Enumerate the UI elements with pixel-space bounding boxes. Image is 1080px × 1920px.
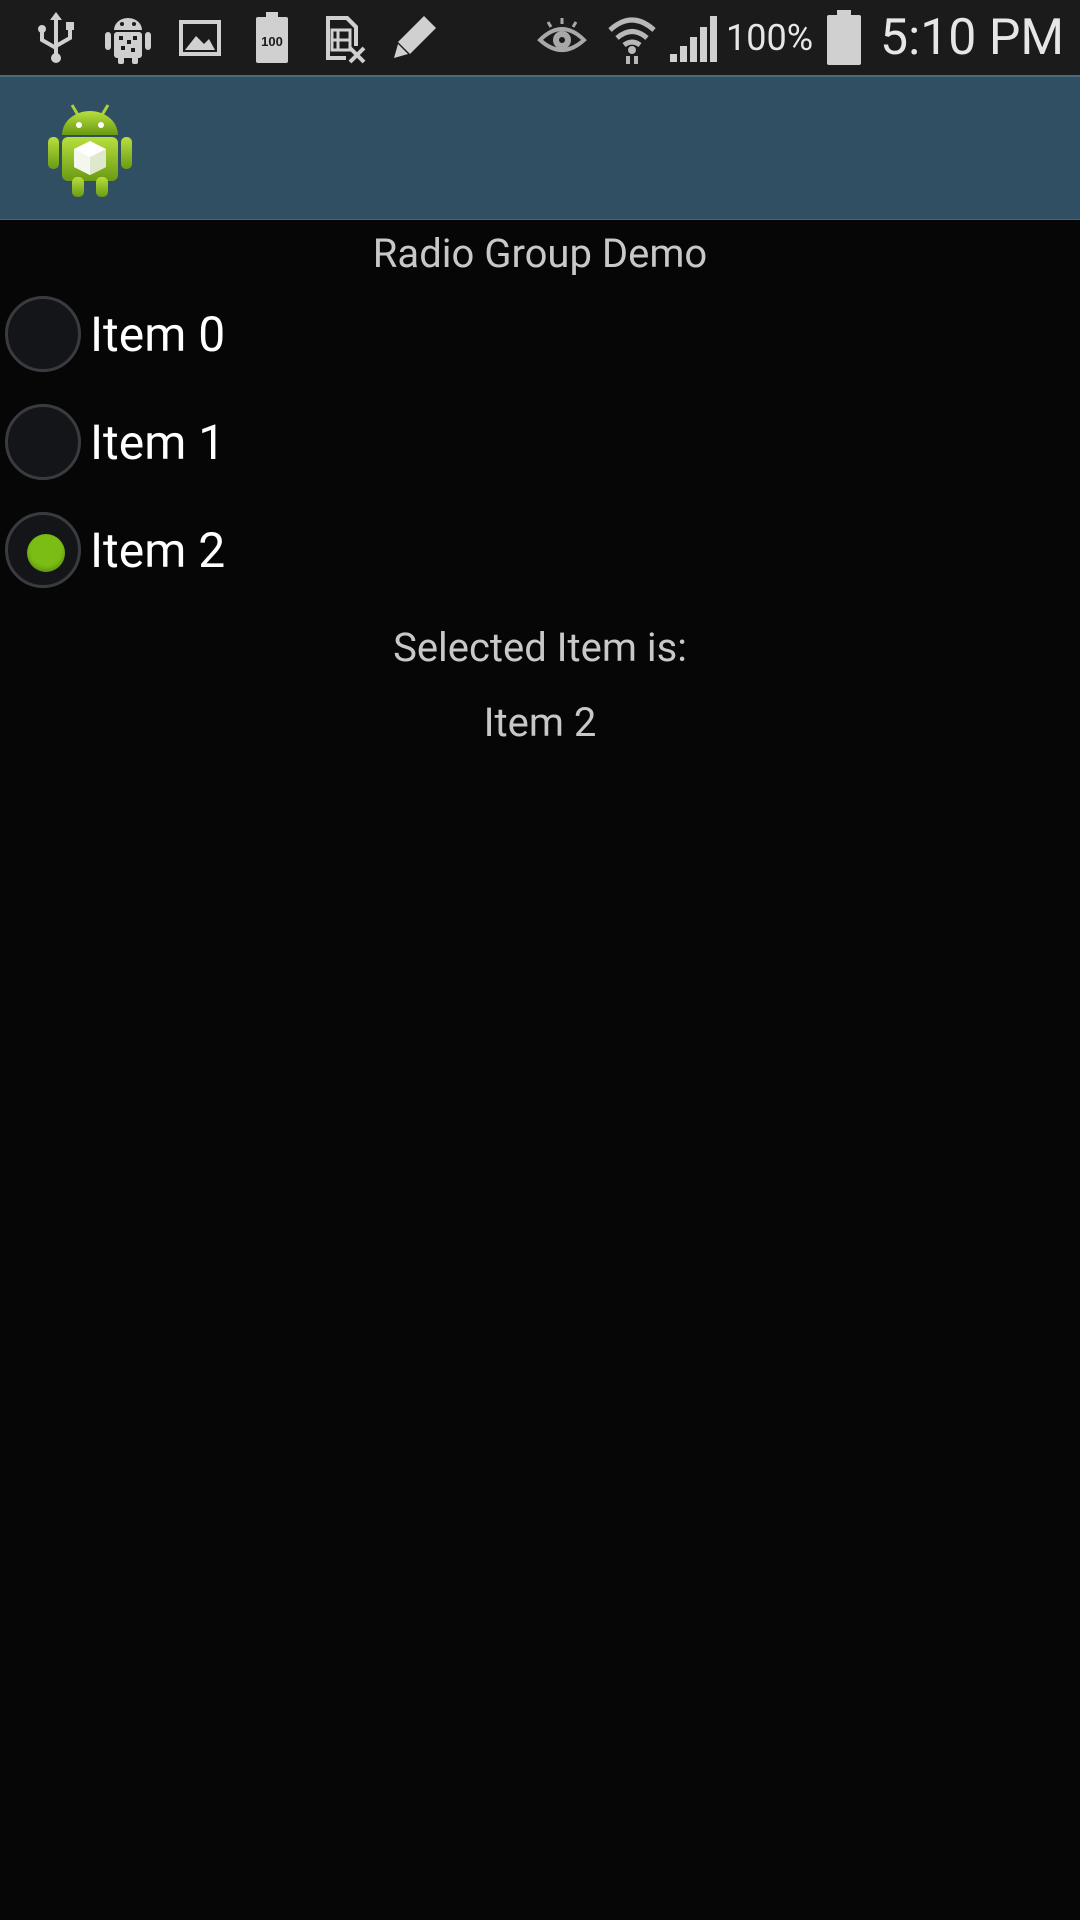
svg-text:100: 100: [261, 34, 283, 49]
status-time: 5:10 PM: [880, 9, 1065, 67]
radio-label: Item 0: [90, 306, 226, 363]
selected-item-caption: Selected Item is:: [393, 624, 687, 671]
wifi-icon: [608, 17, 656, 64]
radio-item-2[interactable]: Item 2: [0, 506, 600, 596]
image-icon: [179, 20, 221, 56]
pencil-icon: [394, 16, 436, 58]
radio-label: Item 2: [90, 522, 226, 579]
radio-item-0[interactable]: Item 0: [0, 290, 600, 380]
radio-button[interactable]: [5, 512, 81, 588]
radio-group-demo-screen: Radio Group Demo Item 0 Item 1 Item 2 Se…: [0, 218, 1080, 1920]
signal-icon: [670, 16, 717, 62]
battery-percent: 100%: [726, 17, 814, 59]
android-app-icon[interactable]: [44, 99, 136, 199]
status-bar: 100 100% 5:10 PM: [0, 0, 1080, 75]
selected-item-value: Item 2: [483, 699, 597, 746]
usb-icon: [38, 12, 74, 63]
radio-button[interactable]: [5, 296, 81, 372]
page-title: Radio Group Demo: [372, 230, 708, 277]
battery-saver-100-icon: 100: [256, 12, 288, 63]
radio-button[interactable]: [5, 404, 81, 480]
radio-label: Item 1: [90, 414, 226, 471]
radio-item-1[interactable]: Item 1: [0, 398, 600, 488]
android-debug-icon: [105, 18, 151, 64]
eye-icon: [537, 18, 587, 52]
battery-icon: [827, 10, 861, 65]
action-bar: [0, 75, 1080, 220]
radio-checked-dot: [27, 534, 65, 572]
sim-blocked-icon: [326, 16, 366, 64]
